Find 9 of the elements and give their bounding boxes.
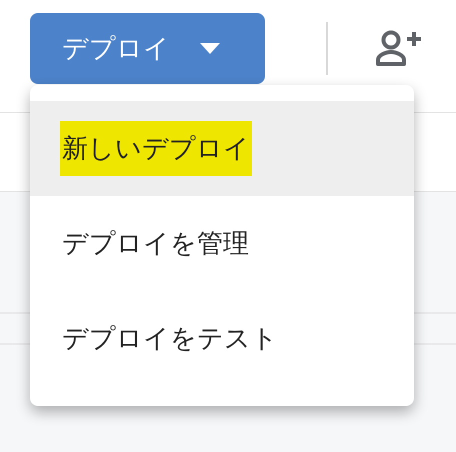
deploy-button[interactable]: デプロイ [30, 13, 265, 84]
menu-item-label: デプロイを管理 [61, 227, 250, 260]
caret-icon [200, 43, 220, 54]
menu-item-label: デプロイをテスト [61, 322, 279, 355]
highlighted-text: 新しいデプロイ [60, 121, 252, 176]
menu-item[interactable]: デプロイをテスト [30, 291, 414, 386]
add-person-icon[interactable] [376, 30, 422, 66]
menu-item[interactable]: 新しいデプロイ [30, 101, 414, 196]
menu-item[interactable]: デプロイを管理 [30, 196, 414, 291]
